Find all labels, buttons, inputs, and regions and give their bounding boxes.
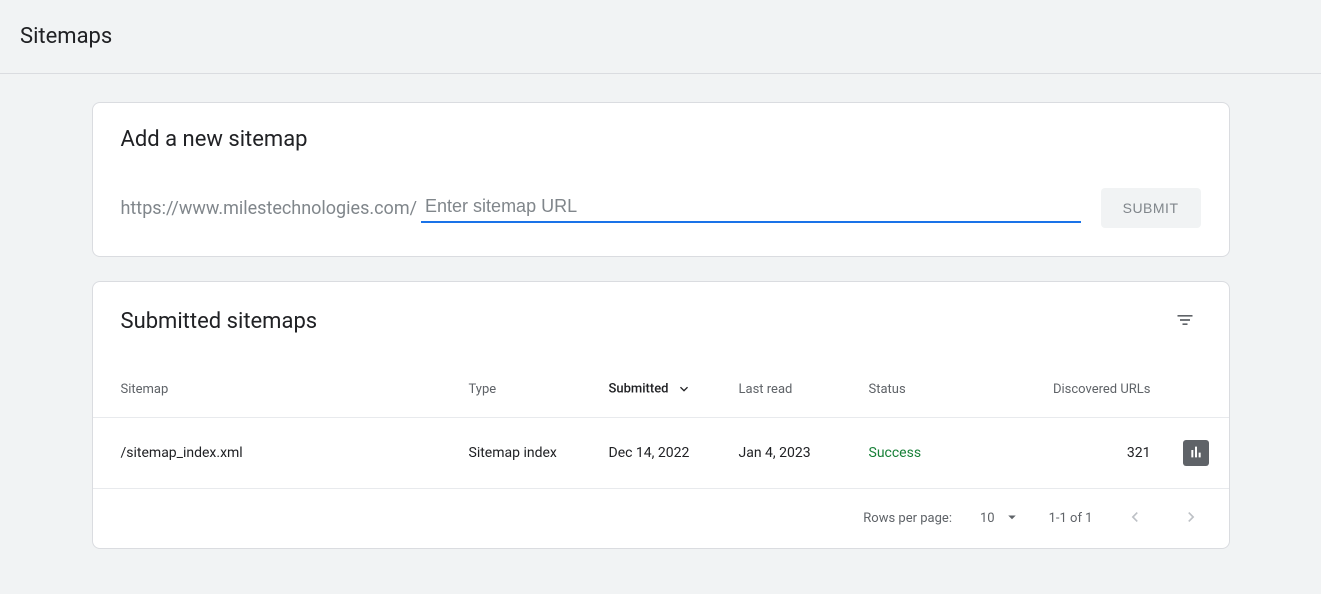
- cell-type: Sitemap index: [453, 418, 593, 489]
- chevron-right-icon: [1181, 515, 1201, 530]
- chevron-left-icon: [1125, 515, 1145, 530]
- add-sitemap-card: Add a new sitemap https://www.milestechn…: [92, 102, 1230, 257]
- cell-submitted: Dec 14, 2022: [593, 418, 723, 489]
- prev-page-button[interactable]: [1121, 503, 1149, 534]
- rows-per-page-select[interactable]: 10: [980, 508, 1021, 530]
- cell-discovered: 321: [993, 418, 1167, 489]
- view-chart-button[interactable]: [1183, 440, 1209, 466]
- col-header-last-read[interactable]: Last read: [723, 351, 853, 418]
- col-header-discovered[interactable]: Discovered URLs: [993, 351, 1167, 418]
- dropdown-icon: [1003, 508, 1021, 530]
- rows-per-page-label: Rows per page:: [863, 511, 952, 526]
- bar-chart-icon: [1188, 444, 1204, 463]
- pagination: Rows per page: 10 1-1 of 1: [93, 489, 1229, 548]
- add-sitemap-heading: Add a new sitemap: [121, 127, 1201, 152]
- sitemaps-table: Sitemap Type Submitted Last read Status …: [93, 351, 1229, 489]
- submit-button[interactable]: SUBMIT: [1101, 188, 1201, 228]
- rows-per-page-value: 10: [980, 511, 995, 526]
- col-header-submitted[interactable]: Submitted: [593, 351, 723, 418]
- submitted-sitemaps-heading: Submitted sitemaps: [121, 309, 318, 334]
- sitemap-url-input[interactable]: [421, 194, 1081, 223]
- submitted-sitemaps-card: Submitted sitemaps Sitemap Type Submitte…: [92, 281, 1230, 549]
- url-prefix: https://www.milestechnologies.com/: [121, 198, 418, 219]
- cell-last-read: Jan 4, 2023: [723, 418, 853, 489]
- cell-status: Success: [853, 418, 993, 489]
- col-header-sitemap[interactable]: Sitemap: [93, 351, 453, 418]
- filter-icon: [1175, 318, 1195, 333]
- filter-button[interactable]: [1169, 304, 1201, 339]
- arrow-down-icon: [676, 379, 692, 399]
- table-row[interactable]: /sitemap_index.xml Sitemap index Dec 14,…: [93, 418, 1229, 489]
- next-page-button[interactable]: [1177, 503, 1205, 534]
- pagination-range: 1-1 of 1: [1049, 511, 1093, 526]
- col-header-type[interactable]: Type: [453, 351, 593, 418]
- col-header-submitted-label: Submitted: [609, 381, 669, 396]
- col-header-status[interactable]: Status: [853, 351, 993, 418]
- cell-sitemap: /sitemap_index.xml: [93, 418, 453, 489]
- page-title: Sitemaps: [20, 24, 1301, 49]
